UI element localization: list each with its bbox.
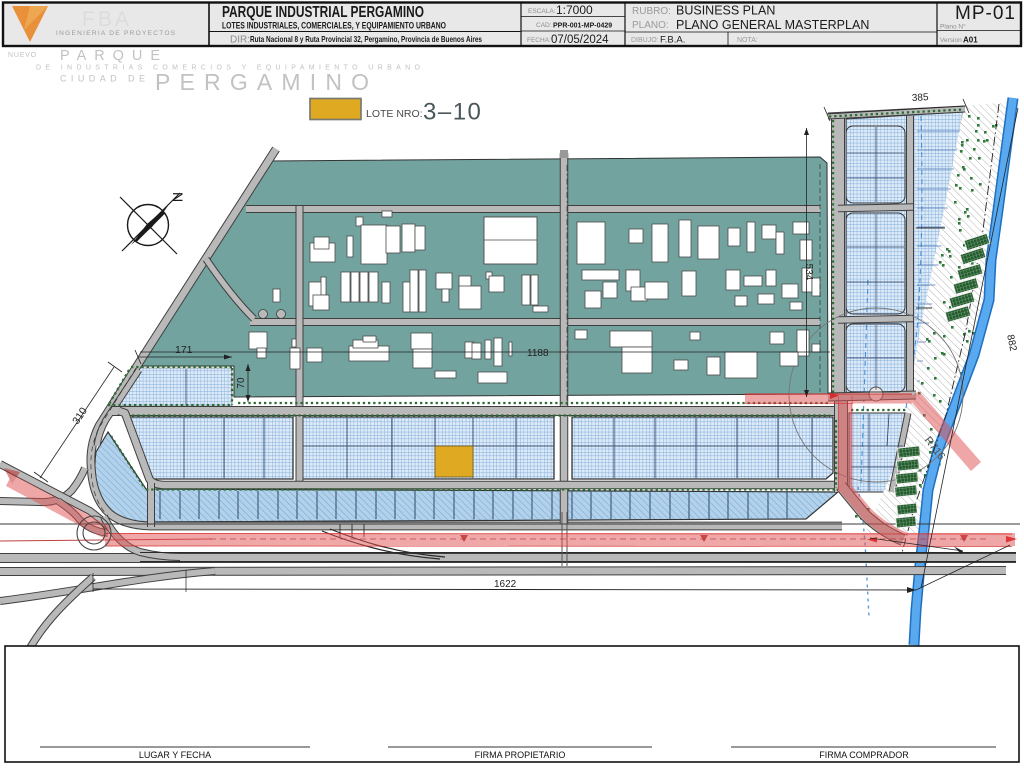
- svg-text:PLANO:: PLANO:: [632, 20, 669, 31]
- svg-text:PERGAMINO: PERGAMINO: [155, 69, 369, 95]
- svg-text:LUGAR Y FECHA: LUGAR Y FECHA: [139, 750, 211, 760]
- svg-text:NOTA:: NOTA:: [737, 37, 758, 44]
- svg-text:INGENIERIA DE PROYECTOS: INGENIERIA DE PROYECTOS: [56, 30, 176, 37]
- svg-text:Plano N°: Plano N°: [940, 23, 966, 31]
- svg-text:534: 534: [803, 264, 814, 281]
- svg-text:1622: 1622: [494, 579, 517, 590]
- svg-text:1:7000: 1:7000: [556, 3, 593, 17]
- svg-text:PLANO GENERAL MASTERPLAN: PLANO GENERAL MASTERPLAN: [676, 18, 869, 32]
- svg-text:70: 70: [236, 377, 247, 389]
- svg-text:FECHA:: FECHA:: [527, 37, 551, 44]
- svg-text:CAD:: CAD:: [536, 22, 552, 29]
- svg-text:FBA: FBA: [82, 8, 132, 31]
- svg-text:FIRMA COMPRADOR: FIRMA COMPRADOR: [819, 750, 909, 760]
- svg-text:LOTE NRO:: LOTE NRO:: [366, 108, 423, 120]
- svg-text:BUSINESS PLAN: BUSINESS PLAN: [676, 4, 775, 18]
- svg-text:PPR-001-MP-0429: PPR-001-MP-0429: [553, 23, 612, 30]
- svg-text:NUEVO: NUEVO: [8, 52, 37, 59]
- svg-text:FIRMA PROPIETARIO: FIRMA PROPIETARIO: [475, 750, 566, 760]
- svg-text:171: 171: [175, 344, 193, 356]
- svg-text:LOTES INDUSTRIALES, COMERCIALE: LOTES INDUSTRIALES, COMERCIALES, Y EQUIP…: [222, 21, 446, 31]
- svg-text:Version: Version: [940, 37, 962, 44]
- svg-text:ESCALA:: ESCALA:: [528, 8, 556, 15]
- svg-text:A01: A01: [963, 36, 978, 45]
- svg-text:1188: 1188: [527, 348, 549, 359]
- svg-text:385: 385: [912, 92, 930, 104]
- svg-text:3–10: 3–10: [423, 99, 482, 126]
- svg-text:F.B.A.: F.B.A.: [660, 35, 685, 46]
- svg-text:RUBRO:: RUBRO:: [632, 6, 671, 17]
- svg-text:PARQUE INDUSTRIAL PERGAMINO: PARQUE INDUSTRIAL PERGAMINO: [222, 4, 424, 21]
- svg-text:MP-01: MP-01: [955, 3, 1016, 24]
- svg-text:07/05/2024: 07/05/2024: [551, 34, 609, 46]
- svg-text:CIUDAD DE: CIUDAD DE: [60, 74, 145, 84]
- svg-text:DIR:: DIR:: [230, 35, 250, 46]
- svg-text:DIBUJO:: DIBUJO:: [631, 37, 659, 44]
- svg-text:Ruta Nacional 8 y Ruta Provinc: Ruta Nacional 8 y Ruta Provincial 32, Pe…: [250, 34, 482, 44]
- svg-text:N: N: [170, 192, 186, 202]
